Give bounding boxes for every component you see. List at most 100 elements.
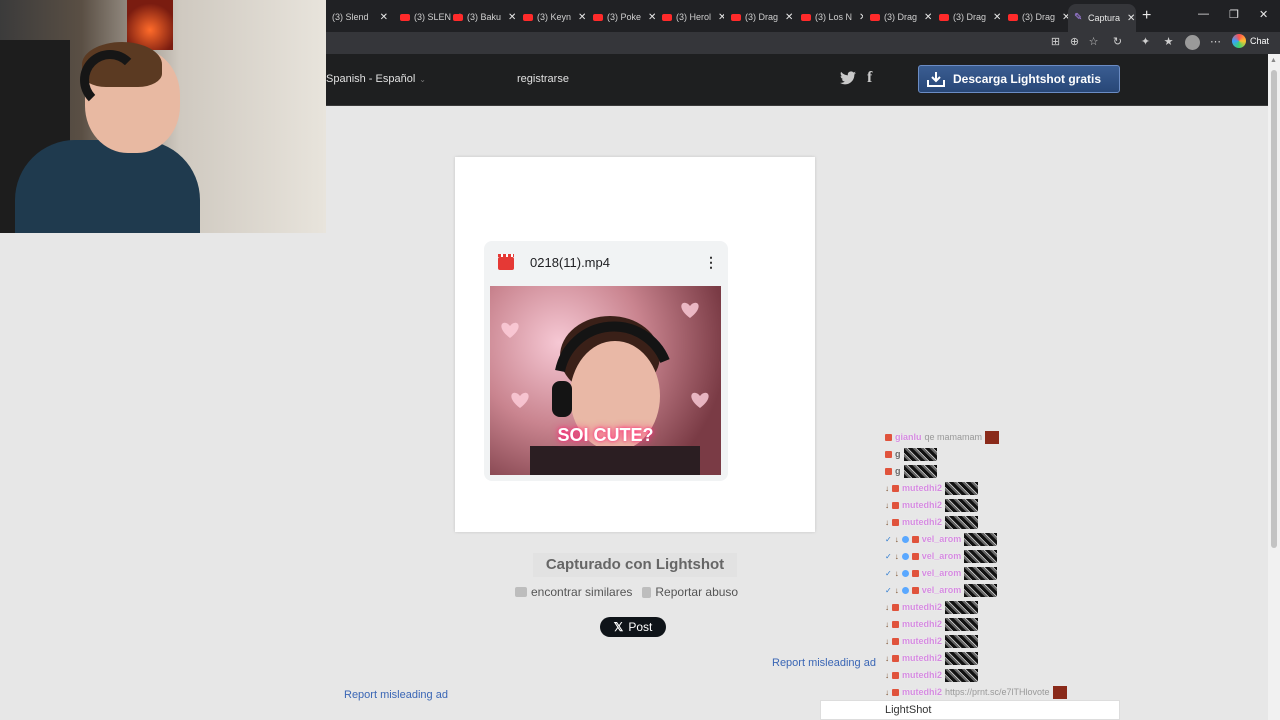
favorites-icon[interactable]: ★ <box>1162 36 1175 49</box>
captured-with-lightshot[interactable]: Capturado con Lightshot <box>533 553 737 577</box>
chat-emote <box>945 481 979 495</box>
tab-label: (3) SLEN <box>414 12 452 22</box>
sub-arrow-icon: ↓ <box>885 670 889 680</box>
browser-tab[interactable]: (3) Drag ✕ <box>864 6 932 28</box>
youtube-favicon-icon <box>662 13 672 21</box>
browser-tab[interactable]: (3) Slend ✕ <box>326 6 394 28</box>
ad-text: LightShot <box>885 704 932 716</box>
browser-tab[interactable]: ✎ Captura ✕ <box>1068 4 1136 32</box>
youtube-favicon-icon <box>731 13 741 21</box>
new-tab-button[interactable]: + <box>1142 7 1151 25</box>
facebook-icon[interactable]: f <box>867 69 872 87</box>
chat-message: ↓ mutedhi2 <box>885 600 979 614</box>
star-icon[interactable]: ☆ <box>1087 36 1100 49</box>
chat-badge-icon <box>911 586 919 594</box>
profile-avatar[interactable] <box>1185 35 1200 50</box>
youtube-favicon-icon <box>870 13 880 21</box>
chat-badge-icon <box>885 450 892 458</box>
chat-username: mutedhi2 <box>902 483 943 493</box>
find-similar-link[interactable]: encontrar similares <box>515 585 632 599</box>
app-install-icon[interactable]: ⊞ <box>1049 36 1062 49</box>
language-select[interactable]: Spanish - Español ⌄ <box>326 73 426 85</box>
browser-tab[interactable]: (3) Drag ✕ <box>933 6 1001 28</box>
close-tab-icon[interactable]: ✕ <box>782 12 793 23</box>
report-icon <box>642 586 652 598</box>
close-tab-icon[interactable]: ✕ <box>856 12 863 23</box>
report-misleading-ad-link[interactable]: Report misleading ad <box>772 657 876 669</box>
chat-badge-icon <box>892 484 899 492</box>
chat-username: g <box>895 466 901 476</box>
tab-label: (3) Keyn <box>537 12 572 22</box>
copilot-chat-button[interactable]: Chat <box>1232 34 1269 48</box>
report-abuse-label: Reportar abuso <box>655 585 739 599</box>
chat-message: gianlu qe mamamam <box>885 430 1000 444</box>
youtube-favicon-icon <box>801 13 811 21</box>
chat-emote <box>1052 685 1067 699</box>
chat-message: g <box>885 447 937 461</box>
chat-username: mutedhi2 <box>902 636 943 646</box>
moderator-check-icon: ✓ <box>885 534 892 544</box>
browser-tab[interactable]: (3) Los N✕ <box>795 6 863 28</box>
browser-tab[interactable]: (3) Keyn ✕ <box>517 6 585 28</box>
thumbnail-caption: SOI CUTE? <box>557 425 654 445</box>
maximize-icon[interactable]: ❐ <box>1229 8 1239 21</box>
youtube-favicon-icon <box>400 13 410 21</box>
x-post-button[interactable]: 𝕏 Post <box>600 617 666 637</box>
lightshot-ad-banner[interactable]: LightShot <box>820 700 1120 720</box>
scrollbar-thumb[interactable] <box>1271 70 1277 548</box>
close-tab-icon[interactable]: ✕ <box>645 12 655 23</box>
close-window-icon[interactable]: ✕ <box>1259 8 1268 21</box>
browser-tab[interactable]: (3) Baku ✕ <box>447 6 515 28</box>
close-tab-icon[interactable]: ✕ <box>990 12 1001 23</box>
report-abuse-link[interactable]: Reportar abuso <box>642 585 738 599</box>
close-tab-icon[interactable]: ✕ <box>921 12 932 23</box>
close-tab-icon[interactable]: ✕ <box>377 12 388 23</box>
chat-username: vel_arom <box>921 568 962 578</box>
chat-emote <box>945 515 979 529</box>
twitter-icon[interactable] <box>840 71 856 85</box>
youtube-favicon-icon <box>939 13 949 21</box>
more-options-icon: ⋮ <box>704 254 718 270</box>
scrollbar[interactable]: ▲ <box>1268 54 1280 720</box>
moderator-check-icon: ✓ <box>885 551 892 561</box>
globe-badge-icon <box>901 569 909 577</box>
zoom-icon[interactable]: ⊕ <box>1068 36 1081 49</box>
scroll-up-icon[interactable]: ▲ <box>1270 57 1277 64</box>
close-tab-icon[interactable]: ✕ <box>505 12 515 23</box>
chat-badge-icon <box>892 518 899 526</box>
find-similar-label: encontrar similares <box>531 585 633 599</box>
chat-emote <box>945 600 979 614</box>
more-menu-icon[interactable]: ⋯ <box>1209 36 1222 49</box>
browser-tab[interactable]: (3) Drag ✕ <box>1002 6 1070 28</box>
reload-extension-icon[interactable]: ↻ <box>1111 36 1124 49</box>
chat-emote <box>945 617 979 631</box>
browser-tab[interactable]: (3) Poke ✕ <box>587 6 655 28</box>
sub-arrow-icon: ↓ <box>885 636 889 646</box>
chat-message: ↓ mutedhi2 <box>885 481 979 495</box>
extensions-icon[interactable]: ✦ <box>1139 36 1152 49</box>
globe-badge-icon <box>901 586 909 594</box>
chat-message-text: https://prnt.sc/e7lTHlovote <box>945 687 1050 697</box>
close-tab-icon[interactable]: ✕ <box>1124 13 1135 24</box>
chat-emote <box>945 668 979 682</box>
chat-emote <box>964 532 998 546</box>
globe-badge-icon <box>901 535 909 543</box>
chat-username: mutedhi2 <box>902 602 943 612</box>
tab-label: (3) Drag <box>745 12 779 22</box>
close-tab-icon[interactable]: ✕ <box>715 12 724 23</box>
video-file-icon <box>498 254 514 270</box>
streamer-shirt <box>15 140 200 233</box>
globe-badge-icon <box>901 552 909 560</box>
browser-tab[interactable]: (3) Herol ✕ <box>656 6 724 28</box>
register-link[interactable]: registrarse <box>517 73 569 85</box>
report-misleading-ad-link[interactable]: Report misleading ad <box>344 689 448 701</box>
download-button-label: Descarga Lightshot gratis <box>953 72 1102 86</box>
chat-badge-icon <box>892 671 899 679</box>
minimize-icon[interactable]: — <box>1198 8 1209 20</box>
close-tab-icon[interactable]: ✕ <box>575 12 585 23</box>
chat-badge-icon <box>911 535 919 543</box>
chat-message: ↓ mutedhi2 <box>885 617 979 631</box>
chat-username: vel_arom <box>921 551 962 561</box>
browser-tab[interactable]: (3) Drag ✕ <box>725 6 793 28</box>
download-lightshot-button[interactable]: Descarga Lightshot gratis <box>918 65 1120 93</box>
